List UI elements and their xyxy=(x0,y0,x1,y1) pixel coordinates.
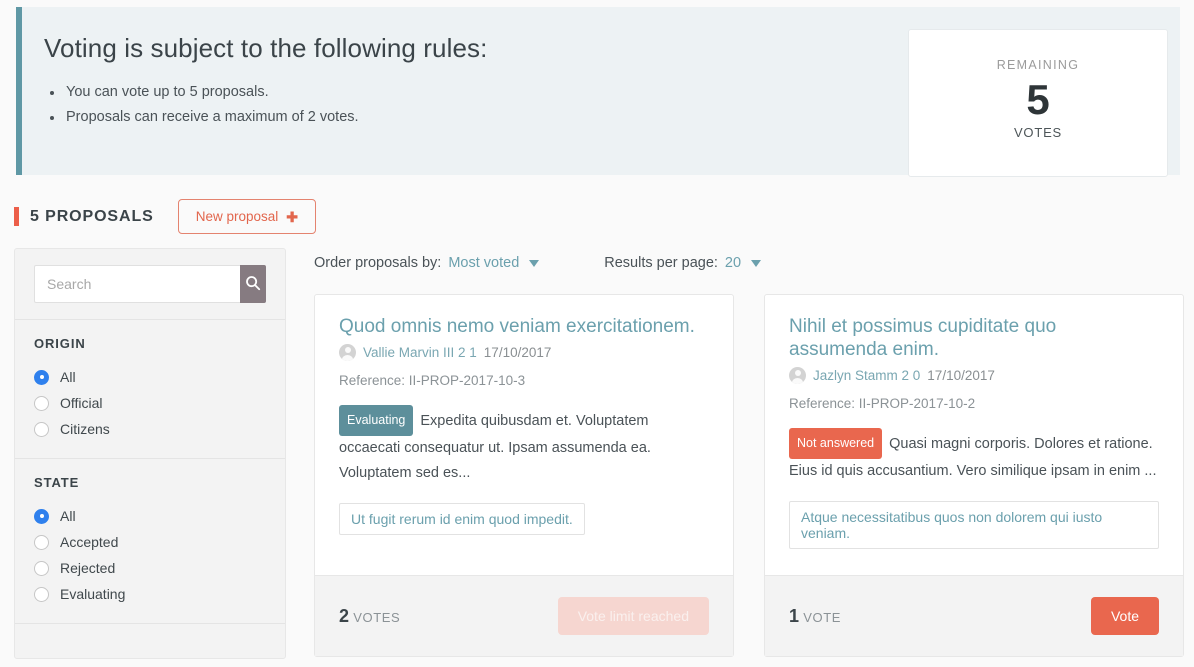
search-icon xyxy=(245,275,261,294)
search-block xyxy=(15,249,285,320)
remaining-votes-card: REMAINING 5 VOTES xyxy=(908,29,1168,177)
proposal-reference: Reference: II-PROP-2017-10-2 xyxy=(789,396,1159,411)
filter-option-origin-all[interactable]: All xyxy=(34,364,266,390)
votes-number: 2 xyxy=(339,606,349,626)
per-page-group: Results per page: 20 xyxy=(604,255,761,271)
filter-option-origin-citizens[interactable]: Citizens xyxy=(34,416,266,442)
filter-label: All xyxy=(60,508,76,524)
order-by-value[interactable]: Most voted xyxy=(448,255,519,271)
filter-option-state-evaluating[interactable]: Evaluating xyxy=(34,581,266,607)
filter-group-origin: ORIGIN All Official Citizens xyxy=(15,320,285,459)
avatar xyxy=(789,367,806,384)
filter-option-state-rejected[interactable]: Rejected xyxy=(34,555,266,581)
radio-icon[interactable] xyxy=(34,370,49,385)
votes-unit: VOTE xyxy=(803,610,841,625)
proposal-title[interactable]: Quod omnis nemo veniam exercitationem. xyxy=(339,315,709,338)
filter-group-next xyxy=(15,624,285,658)
status-badge: Not answered xyxy=(789,428,882,459)
search-row xyxy=(34,265,266,303)
search-input[interactable] xyxy=(34,265,240,303)
new-proposal-button[interactable]: New proposal ✚ xyxy=(178,199,316,234)
new-proposal-label: New proposal xyxy=(196,209,279,224)
filter-option-origin-official[interactable]: Official xyxy=(34,390,266,416)
proposal-body: Nihil et possimus cupiditate quo assumen… xyxy=(765,295,1183,575)
proposals-list: Quod omnis nemo veniam exercitationem. V… xyxy=(314,294,1184,657)
proposal-title[interactable]: Nihil et possimus cupiditate quo assumen… xyxy=(789,315,1159,361)
proposal-answer: Atque necessitatibus quos non dolorem qu… xyxy=(789,501,1159,549)
proposal-date: 17/10/2017 xyxy=(927,368,995,383)
plus-icon: ✚ xyxy=(286,210,298,224)
proposal-card: Nihil et possimus cupiditate quo assumen… xyxy=(764,294,1184,657)
proposals-section-header: 5 PROPOSALS New proposal ✚ xyxy=(14,199,316,234)
vote-button[interactable]: Vote limit reached xyxy=(558,597,709,635)
votes-number: 1 xyxy=(789,606,799,626)
remaining-unit: VOTES xyxy=(909,125,1167,140)
vote-button[interactable]: Vote xyxy=(1091,597,1159,635)
filter-label: Rejected xyxy=(60,560,115,576)
radio-icon[interactable] xyxy=(34,535,49,550)
proposal-author[interactable]: Jazlyn Stamm 2 0 xyxy=(813,368,920,383)
search-button[interactable] xyxy=(240,265,266,303)
avatar xyxy=(339,344,356,361)
filter-group-state: STATE All Accepted Rejected Evaluating xyxy=(15,459,285,624)
remaining-count: 5 xyxy=(909,76,1167,124)
radio-icon[interactable] xyxy=(34,422,49,437)
proposal-votes-count: 1 VOTE xyxy=(789,606,841,627)
proposals-toolbar: Order proposals by: Most voted Results p… xyxy=(314,255,761,271)
filter-label: Citizens xyxy=(60,421,110,437)
proposal-author[interactable]: Vallie Marvin III 2 1 xyxy=(363,345,477,360)
votes-unit: VOTES xyxy=(353,610,400,625)
order-by-group: Order proposals by: Most voted xyxy=(314,255,539,271)
proposal-reference: Reference: II-PROP-2017-10-3 xyxy=(339,373,709,388)
page-title: 5 PROPOSALS xyxy=(30,208,154,226)
filter-title-origin: ORIGIN xyxy=(34,336,266,351)
proposal-author-row: Vallie Marvin III 2 1 17/10/2017 xyxy=(339,344,709,361)
proposal-date: 17/10/2017 xyxy=(484,345,552,360)
filter-option-state-all[interactable]: All xyxy=(34,503,266,529)
radio-icon[interactable] xyxy=(34,561,49,576)
order-by-label: Order proposals by: xyxy=(314,255,441,271)
filter-label: Official xyxy=(60,395,103,411)
proposal-author-row: Jazlyn Stamm 2 0 17/10/2017 xyxy=(789,367,1159,384)
chevron-down-icon[interactable] xyxy=(751,260,761,267)
filter-title-state: STATE xyxy=(34,475,266,490)
proposal-votes-count: 2 VOTES xyxy=(339,606,400,627)
filters-sidebar: ORIGIN All Official Citizens STATE All A… xyxy=(14,248,286,659)
proposal-excerpt-wrap: Not answeredQuasi magni corporis. Dolore… xyxy=(789,428,1159,484)
per-page-value[interactable]: 20 xyxy=(725,255,741,271)
filter-label: Evaluating xyxy=(60,586,125,602)
voting-rules-callout: Voting is subject to the following rules… xyxy=(16,7,1180,175)
per-page-label: Results per page: xyxy=(604,255,718,271)
radio-icon[interactable] xyxy=(34,396,49,411)
proposal-footer: 1 VOTE Vote xyxy=(765,575,1183,656)
chevron-down-icon[interactable] xyxy=(529,260,539,267)
remaining-label: REMAINING xyxy=(909,58,1167,72)
radio-icon[interactable] xyxy=(34,509,49,524)
proposal-body: Quod omnis nemo veniam exercitationem. V… xyxy=(315,295,733,575)
radio-icon[interactable] xyxy=(34,587,49,602)
filter-label: All xyxy=(60,369,76,385)
filter-option-state-accepted[interactable]: Accepted xyxy=(34,529,266,555)
status-badge: Evaluating xyxy=(339,405,413,436)
proposal-footer: 2 VOTES Vote limit reached xyxy=(315,575,733,656)
proposal-excerpt-wrap: EvaluatingExpedita quibusdam et. Volupta… xyxy=(339,405,709,486)
filter-label: Accepted xyxy=(60,534,118,550)
proposal-answer: Ut fugit rerum id enim quod impedit. xyxy=(339,503,585,535)
accent-bar-icon xyxy=(14,207,19,226)
proposal-card: Quod omnis nemo veniam exercitationem. V… xyxy=(314,294,734,657)
